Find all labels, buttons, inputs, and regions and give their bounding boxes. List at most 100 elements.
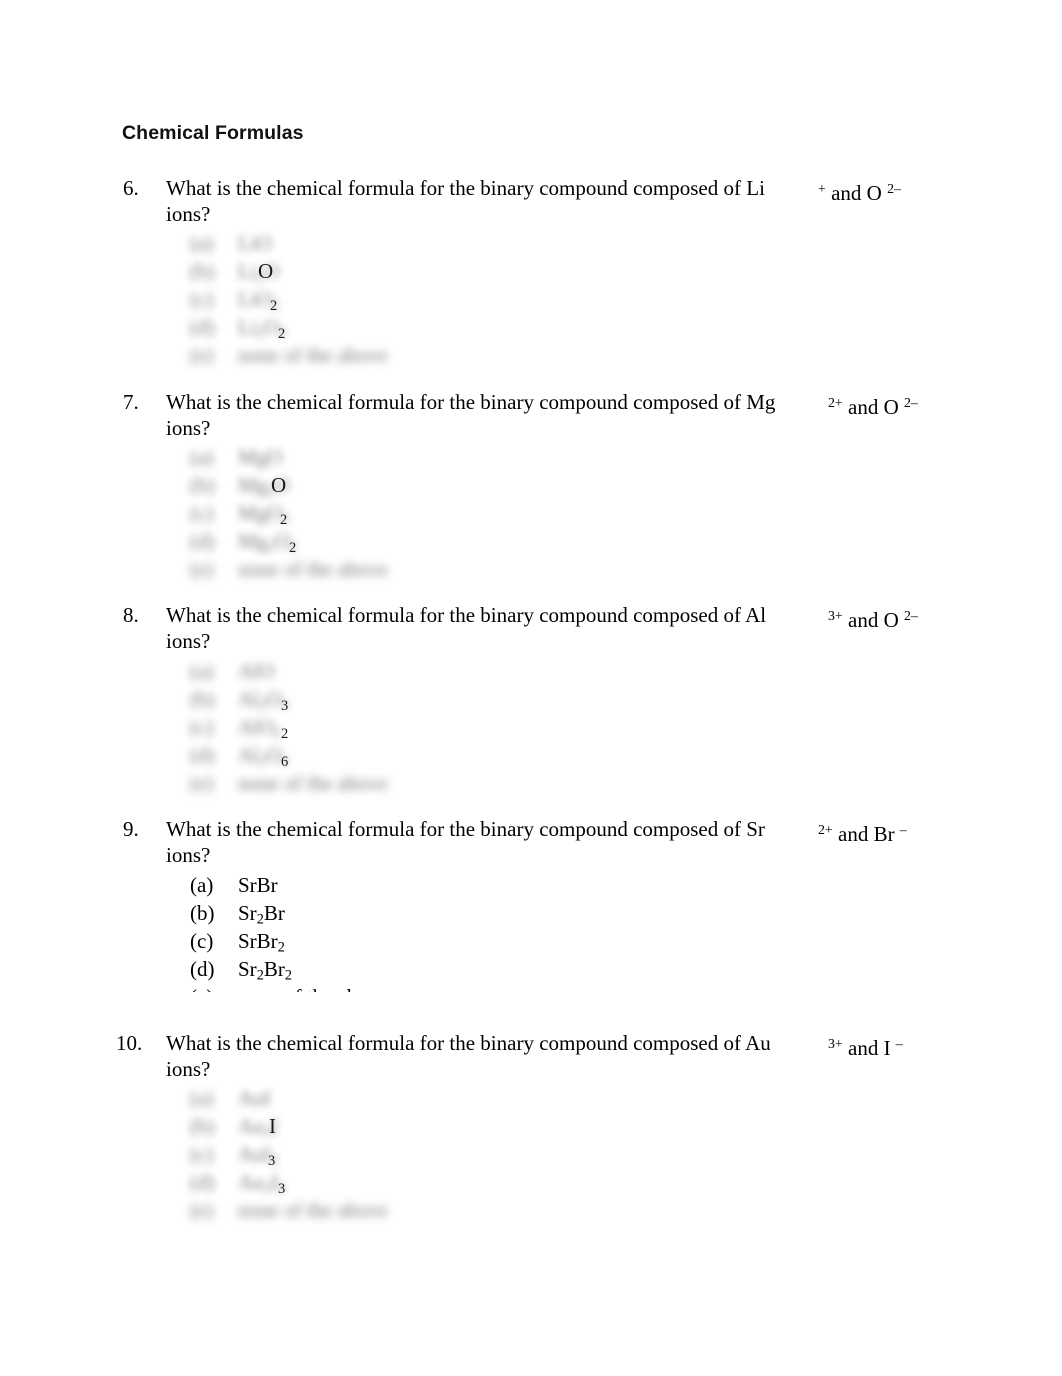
option-value: SrBr	[238, 873, 278, 897]
option-label: (b)	[190, 901, 215, 925]
question-prompt-line-2: ions?	[166, 629, 211, 653]
question-block: 6. What is the chemical formula for the b…	[0, 175, 1062, 367]
option-label: (e)	[190, 771, 214, 795]
option-label: (c)	[190, 1142, 214, 1166]
question-number: 6.	[123, 176, 139, 200]
option-label: (b)	[190, 259, 215, 283]
answer-option[interactable]: (e) none of the above	[0, 769, 1062, 797]
answer-option[interactable]: (c) LiO2 2	[0, 285, 1062, 314]
answer-option[interactable]: (b) Li2O O	[0, 257, 1062, 286]
question-prompt-line-1: What is the chemical formula for the bin…	[166, 390, 776, 414]
option-label: (a)	[190, 873, 214, 897]
option-visible-glyph: I	[269, 1114, 276, 1138]
ion-charges: 2+ and O 2–	[828, 395, 918, 420]
question-number: 7.	[123, 390, 139, 414]
answer-option[interactable]: (c) AuI3 3	[0, 1140, 1062, 1169]
answer-option[interactable]: (d) Al2O6 6	[0, 741, 1062, 770]
option-value: none of the above	[238, 771, 388, 795]
answer-options: (a) AlO (b) Al2O3 3 (c) AlO2 2 (d) Al2O6 6 (e) none …	[0, 657, 1062, 797]
question-prompt-line-1: What is the chemical formula for the bin…	[166, 1031, 771, 1055]
question-block: 7. What is the chemical formula for the b…	[0, 389, 1062, 581]
question-block: 10. What is the chemical formula for the …	[0, 1030, 1062, 1222]
answer-option[interactable]: (a) AuI	[0, 1084, 1062, 1112]
answer-option[interactable]: (e) none of the above	[0, 1196, 1062, 1224]
answer-option[interactable]: (d) Mg2O2 2	[0, 527, 1062, 556]
option-label: (a)	[190, 1086, 214, 1110]
ion-charges: + and O 2–	[818, 181, 901, 206]
option-visible-glyph: O	[271, 473, 287, 497]
option-label: (a)	[190, 445, 214, 469]
ion-charges: 3+ and O 2–	[828, 608, 918, 633]
option-visible-glyph: O	[258, 259, 274, 283]
document-page: Chemical Formulas 6. What is the chemical…	[0, 0, 1062, 1376]
answer-options: (a) MgO (b) Mg2O O (c) MgO2 2 (d) Mg2O2 2 (e) none o…	[0, 443, 1062, 583]
question-prompt-line-2: ions?	[166, 202, 211, 226]
option-value: MgO	[238, 445, 283, 469]
answer-option[interactable]: (b) Au3I I	[0, 1112, 1062, 1141]
question-header: 9. What is the chemical formula for the b…	[0, 816, 1062, 870]
option-value: none of the above	[238, 343, 388, 367]
answer-option[interactable]: (c) AlO2 2	[0, 713, 1062, 742]
answer-option[interactable]: (e) none of the above	[0, 341, 1062, 369]
ion-charges: 2+ and Br –	[818, 822, 907, 847]
option-value: none of the above	[238, 1198, 388, 1222]
option-label: (d)	[190, 1170, 215, 1194]
option-label: (d)	[190, 315, 215, 339]
option-value: AlO	[238, 659, 275, 683]
question-header: 10. What is the chemical formula for the …	[0, 1030, 1062, 1084]
question-block: 9. What is the chemical formula for the b…	[0, 816, 1062, 992]
answer-option[interactable]: (a) AlO	[0, 657, 1062, 685]
ion-charges: 3+ and I –	[828, 1036, 903, 1061]
answer-option[interactable]: (a) MgO	[0, 443, 1062, 471]
page-title: Chemical Formulas	[122, 122, 304, 144]
option-label: (e)	[190, 343, 214, 367]
question-prompt-line-1: What is the chemical formula for the bin…	[166, 603, 767, 627]
option-label: (c)	[190, 929, 214, 953]
option-value: none of the above	[238, 557, 388, 581]
option-label: (e)	[190, 557, 214, 581]
question-number: 9.	[123, 817, 139, 841]
option-label: (b)	[190, 1114, 215, 1138]
option-label: (c)	[190, 287, 214, 311]
answer-option[interactable]: (e) none of the above	[0, 983, 1062, 992]
answer-option[interactable]: (c) SrBr2	[0, 927, 1062, 956]
option-label: (c)	[190, 715, 214, 739]
question-number: 10.	[116, 1031, 143, 1055]
question-prompt-line-1: What is the chemical formula for the bin…	[166, 817, 765, 841]
option-value: none of the above	[238, 983, 388, 992]
option-label: (e)	[190, 983, 213, 992]
answer-option[interactable]: (a) LiO	[0, 229, 1062, 257]
question-block: 8. What is the chemical formula for the b…	[0, 602, 1062, 795]
answer-option[interactable]: (e) none of the above	[0, 555, 1062, 583]
option-value: LiO	[238, 231, 272, 255]
option-label: (d)	[190, 957, 215, 981]
option-value: AuI	[238, 1086, 271, 1110]
question-prompt-line-2: ions?	[166, 843, 211, 867]
option-label: (a)	[190, 231, 214, 255]
answer-option[interactable]: (d) Li2O2 2	[0, 313, 1062, 342]
option-label: (a)	[190, 659, 214, 683]
option-label: (d)	[190, 529, 215, 553]
answer-option[interactable]: (a) SrBr	[0, 871, 1062, 899]
option-label: (c)	[190, 501, 214, 525]
answer-options: (a) SrBr(b)Sr2Br(c)SrBr2(d)Sr2Br2(e) none …	[0, 871, 1062, 992]
question-number: 8.	[123, 603, 139, 627]
question-header: 8. What is the chemical formula for the b…	[0, 602, 1062, 656]
option-label: (e)	[190, 1198, 214, 1222]
question-prompt-line-2: ions?	[166, 416, 211, 440]
option-label: (b)	[190, 687, 215, 711]
option-label: (d)	[190, 743, 215, 767]
question-header: 6. What is the chemical formula for the b…	[0, 175, 1062, 229]
answer-options: (a) LiO (b) Li2O O (c) LiO2 2 (d) Li2O2 2 (e) none o…	[0, 229, 1062, 369]
answer-options: (a) AuI (b) Au3I I (c) AuI3 3 (d) Au3I3 3 (e) none o…	[0, 1084, 1062, 1224]
question-header: 7. What is the chemical formula for the b…	[0, 389, 1062, 443]
answer-option[interactable]: (b) Sr2Br	[0, 899, 1062, 928]
option-label: (b)	[190, 473, 215, 497]
question-prompt-line-2: ions?	[166, 1057, 211, 1081]
answer-option[interactable]: (d) Sr2Br2	[0, 955, 1062, 984]
answer-option[interactable]: (b) Mg2O O	[0, 471, 1062, 500]
answer-option[interactable]: (c) MgO2 2	[0, 499, 1062, 528]
question-prompt-line-1: What is the chemical formula for the bin…	[166, 176, 765, 200]
answer-option[interactable]: (b) Al2O3 3	[0, 685, 1062, 714]
answer-option[interactable]: (d) Au3I3 3	[0, 1168, 1062, 1197]
